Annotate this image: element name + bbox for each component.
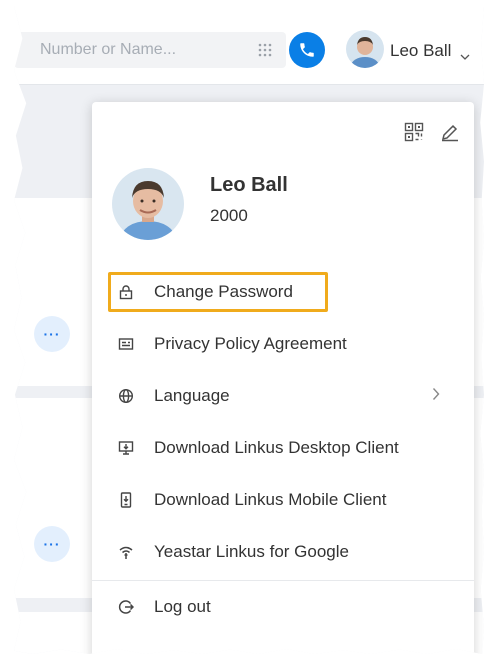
menu-item-linkus-google[interactable]: Yeastar Linkus for Google xyxy=(92,530,474,574)
search-input[interactable]: Number or Name... xyxy=(14,32,286,68)
menu-item-download-desktop[interactable]: Download Linkus Desktop Client xyxy=(92,426,474,470)
menu-item-change-password[interactable]: Change Password xyxy=(92,270,474,314)
menu-divider xyxy=(92,580,474,581)
menu-item-label: Change Password xyxy=(154,282,293,301)
lock-icon xyxy=(116,282,136,302)
menu-item-label: Yeastar Linkus for Google xyxy=(154,542,349,561)
edit-icon[interactable] xyxy=(440,122,460,147)
globe-icon xyxy=(116,386,136,406)
menu-item-label: Log out xyxy=(154,597,211,616)
menu-item-label: Privacy Policy Agreement xyxy=(154,334,347,353)
menu-item-label: Download Linkus Desktop Client xyxy=(154,438,399,457)
more-options-button[interactable]: ··· xyxy=(34,526,70,562)
more-options-button[interactable]: ··· xyxy=(34,316,70,352)
menu-item-label: Language xyxy=(154,386,230,405)
profile-avatar xyxy=(112,168,184,240)
profile-extension: 2000 xyxy=(210,206,248,225)
chevron-down-icon[interactable] xyxy=(460,47,470,65)
call-button[interactable] xyxy=(289,32,325,68)
menu-item-download-mobile[interactable]: Download Linkus Mobile Client xyxy=(92,478,474,522)
mobile-download-icon xyxy=(116,490,136,510)
top-bar: Number or Name... Leo Ball xyxy=(14,6,484,85)
chevron-right-icon xyxy=(432,387,440,406)
screenshot-frame: Number or Name... Leo Ball ··· ··· Leo B… xyxy=(14,6,484,654)
google-extension-icon xyxy=(116,542,136,562)
desktop-download-icon xyxy=(116,438,136,458)
menu-item-label: Download Linkus Mobile Client xyxy=(154,490,387,509)
user-name-label[interactable]: Leo Ball xyxy=(390,41,451,61)
profile-name: Leo Ball xyxy=(210,174,288,196)
phone-icon xyxy=(300,43,314,57)
user-menu-dropdown: Leo Ball 2000 Change Password Privacy Po… xyxy=(92,102,474,654)
document-icon xyxy=(116,334,136,354)
menu-item-privacy-policy[interactable]: Privacy Policy Agreement xyxy=(92,322,474,366)
search-placeholder: Number or Name... xyxy=(40,41,177,58)
qr-code-icon[interactable] xyxy=(404,122,424,147)
dialpad-icon[interactable] xyxy=(258,43,272,62)
user-avatar[interactable] xyxy=(346,30,384,68)
menu-item-language[interactable]: Language xyxy=(92,374,474,418)
logout-icon xyxy=(116,597,136,617)
menu-item-logout[interactable]: Log out xyxy=(92,585,474,629)
